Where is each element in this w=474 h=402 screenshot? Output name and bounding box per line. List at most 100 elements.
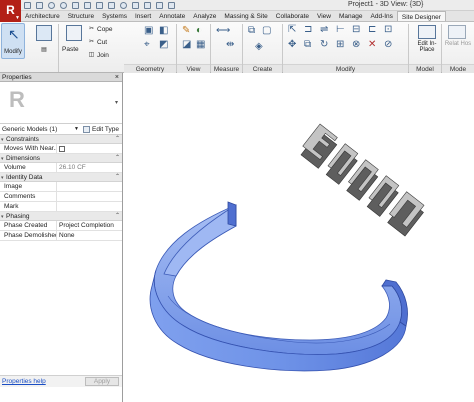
align-icon[interactable]: ⇱: [288, 25, 296, 35]
edit-in-place-label[interactable]: Edit In-Place: [410, 41, 444, 53]
instance-filter-dropdown[interactable]: Generic Models (1) ▼: [1, 125, 81, 134]
group-identity-data[interactable]: ▾ Identity Data ⌃: [0, 173, 122, 182]
panel-view-label: View: [177, 64, 210, 73]
image-field[interactable]: [57, 182, 122, 191]
move-icon[interactable]: ✥: [288, 40, 296, 50]
related-hosts-label[interactable]: Relat Hos: [442, 41, 474, 47]
related-hosts-icon[interactable]: [448, 25, 466, 39]
properties-title-bar: Properties ×: [0, 73, 122, 82]
tab-site-designer[interactable]: Site Designer: [396, 11, 446, 21]
group-dimensions[interactable]: ▾ Dimensions ⌃: [0, 154, 122, 163]
split-icon[interactable]: ⊟: [352, 25, 360, 35]
section-qat-icon[interactable]: [132, 2, 139, 9]
type-selector[interactable]: R ▾: [0, 82, 122, 124]
offset-2-icon[interactable]: ⊏: [368, 25, 376, 35]
phase-demolished-field[interactable]: None: [57, 231, 122, 240]
create-group-icon[interactable]: ▢: [262, 26, 271, 36]
unpin-icon[interactable]: ⊘: [384, 40, 392, 50]
application-menu-button[interactable]: R ▼: [0, 0, 21, 22]
title-bar: Project1 - 3D View: {3D}: [0, 0, 474, 11]
tab-architecture[interactable]: Architecture: [21, 11, 64, 21]
cut-button[interactable]: ✂ Cut: [88, 38, 107, 46]
measure-qat-icon[interactable]: [84, 2, 91, 9]
copy-icon[interactable]: ⧉: [304, 40, 311, 50]
geometry-tool-2-icon[interactable]: ⌖: [144, 40, 150, 50]
tab-manage[interactable]: Manage: [335, 11, 367, 21]
measure-icon[interactable]: ⟷: [216, 26, 230, 36]
tab-collaborate[interactable]: Collaborate: [272, 11, 313, 21]
table-row: Phase Created Project Completion: [0, 221, 122, 231]
comments-field[interactable]: [57, 192, 122, 201]
edit-type-button[interactable]: Edit Type: [83, 125, 119, 133]
chevron-down-icon[interactable]: ▾: [115, 99, 118, 106]
hide-icon[interactable]: ◐: [196, 26, 202, 36]
geometry-tool-1-icon[interactable]: ▣: [144, 26, 153, 36]
type-properties-icon[interactable]: ▤: [36, 46, 52, 53]
3d-model-canvas[interactable]: [124, 74, 474, 402]
property-label: Image: [0, 182, 57, 191]
chevron-down-icon: ▼: [15, 15, 20, 21]
tab-massing-site[interactable]: Massing & Site: [220, 11, 271, 21]
open-icon[interactable]: [24, 2, 31, 9]
phase-created-field[interactable]: Project Completion: [57, 221, 122, 230]
tab-add-ins[interactable]: Add-Ins: [367, 11, 397, 21]
paste-icon[interactable]: [66, 25, 82, 41]
dimension-icon[interactable]: ⇹: [226, 40, 234, 50]
redo-icon[interactable]: [60, 2, 67, 9]
group-constraints[interactable]: ▾ Constraints ⌃: [0, 135, 122, 144]
apply-button[interactable]: Apply: [85, 377, 119, 386]
3d-view-qat-icon[interactable]: [120, 2, 127, 9]
undo-icon[interactable]: [48, 2, 55, 9]
moves-with-nearby-checkbox[interactable]: [57, 144, 122, 153]
extruded-text-model[interactable]: [298, 123, 427, 237]
collapse-chevron-icon: ⌃: [114, 174, 120, 180]
array-icon[interactable]: ⊞: [336, 40, 344, 50]
mark-field[interactable]: [57, 202, 122, 211]
tag-qat-icon[interactable]: [108, 2, 115, 9]
tab-structure[interactable]: Structure: [64, 11, 98, 21]
ring-model[interactable]: [149, 201, 408, 372]
3d-viewport[interactable]: [124, 74, 474, 402]
modify-button[interactable]: ↖ Modify: [1, 23, 25, 59]
checkbox-icon[interactable]: [59, 146, 65, 152]
text-qat-icon[interactable]: [144, 2, 151, 9]
edit-in-place-icon[interactable]: [418, 25, 436, 39]
split-face-icon[interactable]: ◪: [182, 40, 191, 50]
tab-annotate[interactable]: Annotate: [155, 11, 189, 21]
paste-button[interactable]: Paste: [62, 45, 79, 53]
cut-icon: ✂: [88, 38, 95, 45]
tab-view[interactable]: View: [313, 11, 335, 21]
group-phasing[interactable]: ▾ Phasing ⌃: [0, 212, 122, 221]
delete-icon[interactable]: ✕: [368, 40, 376, 50]
tab-systems[interactable]: Systems: [98, 11, 131, 21]
trim-icon[interactable]: ⊢: [336, 25, 345, 35]
thin-lines-icon[interactable]: [156, 2, 163, 9]
properties-icon[interactable]: [36, 25, 52, 41]
pin-icon[interactable]: ⊗: [352, 40, 360, 50]
create-parts-icon[interactable]: ◈: [255, 42, 263, 52]
override-icon[interactable]: ▦: [196, 40, 205, 50]
close-hidden-icon[interactable]: [168, 2, 175, 9]
rotate-icon[interactable]: ↻: [320, 40, 328, 50]
volume-value: 26.10 CF: [59, 164, 86, 171]
panel-create-label: Create: [243, 64, 282, 73]
mirror-icon[interactable]: ⇌: [320, 25, 328, 35]
offset-icon[interactable]: ⊐: [304, 25, 312, 35]
properties-help-link[interactable]: Properties help: [2, 378, 46, 385]
scale-icon[interactable]: ⊡: [384, 25, 392, 35]
paint-icon[interactable]: ✎: [182, 26, 190, 36]
tab-insert[interactable]: Insert: [131, 11, 155, 21]
dimension-qat-icon[interactable]: [96, 2, 103, 9]
tab-analyze[interactable]: Analyze: [189, 11, 220, 21]
property-label: Phase Created: [0, 221, 57, 230]
geometry-tool-4-icon[interactable]: ◩: [159, 40, 168, 50]
geometry-tool-3-icon[interactable]: ◧: [159, 26, 168, 36]
create-similar-icon[interactable]: ⧉: [248, 26, 255, 36]
cope-button[interactable]: ✂ Cope: [88, 25, 113, 33]
ribbon-tabs: Architecture Structure Systems Insert An…: [21, 11, 474, 22]
close-icon[interactable]: ×: [115, 73, 119, 82]
panel-mode-label: Mode: [442, 64, 474, 73]
join-button[interactable]: ◫ Join: [88, 51, 109, 59]
save-icon[interactable]: [36, 2, 43, 9]
print-icon[interactable]: [72, 2, 79, 9]
